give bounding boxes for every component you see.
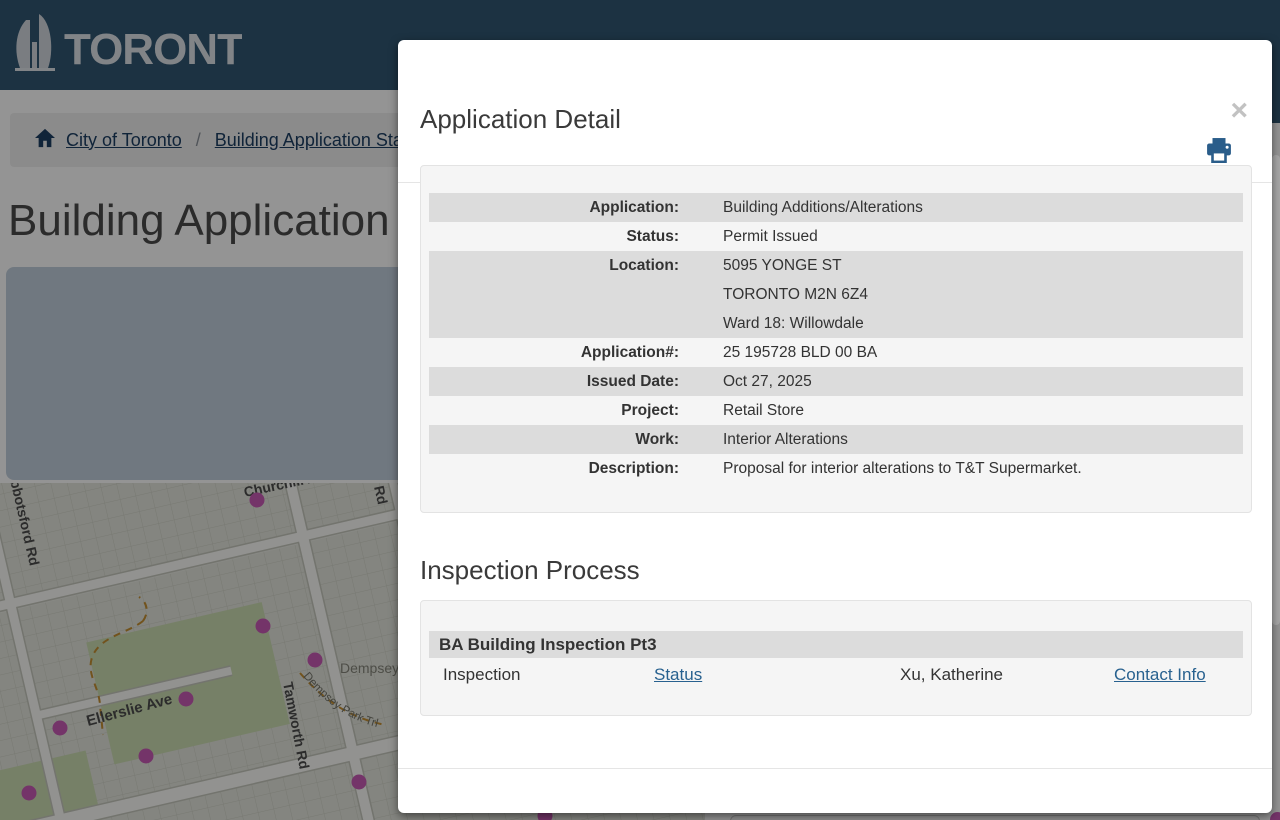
- detail-value: Permit Issued: [723, 222, 818, 251]
- detail-row-work: Work: Interior Alterations: [429, 425, 1243, 454]
- inspection-process-heading: Inspection Process: [420, 555, 640, 586]
- detail-row-application: Application: Building Additions/Alterati…: [429, 193, 1243, 222]
- detail-row-status: Status: Permit Issued: [429, 222, 1243, 251]
- detail-label: Application:: [429, 193, 679, 222]
- detail-row-application-number: Application#: 25 195728 BLD 00 BA: [429, 338, 1243, 367]
- detail-value: Interior Alterations: [723, 425, 848, 454]
- detail-row-project: Project: Retail Store: [429, 396, 1243, 425]
- detail-value: Building Additions/Alterations: [723, 193, 923, 222]
- inspection-group-title: BA Building Inspection Pt3: [429, 631, 1243, 658]
- inspection-panel: BA Building Inspection Pt3 Inspection St…: [420, 600, 1252, 716]
- printer-icon: [1206, 138, 1232, 163]
- detail-value: 5095 YONGE ST TORONTO M2N 6Z4 Ward 18: W…: [723, 251, 868, 338]
- detail-label: Project:: [429, 396, 679, 425]
- modal-footer: [398, 768, 1272, 813]
- detail-value: 25 195728 BLD 00 BA: [723, 338, 877, 367]
- detail-value: Oct 27, 2025: [723, 367, 812, 396]
- inspection-type: Inspection: [429, 665, 654, 685]
- detail-label: Description:: [429, 454, 679, 483]
- detail-row-description: Description: Proposal for interior alter…: [429, 454, 1243, 483]
- close-icon[interactable]: ×: [1230, 96, 1248, 126]
- contact-info-link[interactable]: Contact Info: [1114, 665, 1206, 684]
- detail-row-location: Location: 5095 YONGE ST TORONTO M2N 6Z4 …: [429, 251, 1243, 338]
- detail-label: Issued Date:: [429, 367, 679, 396]
- inspection-row: Inspection Status Xu, Katherine Contact …: [429, 658, 1243, 691]
- scrollbar-thumb[interactable]: [1272, 155, 1280, 625]
- detail-value: Retail Store: [723, 396, 804, 425]
- application-details-panel: Application: Building Additions/Alterati…: [420, 165, 1252, 513]
- detail-label: Status:: [429, 222, 679, 251]
- detail-row-issued-date: Issued Date: Oct 27, 2025: [429, 367, 1243, 396]
- modal-title: Application Detail: [420, 104, 621, 135]
- inspection-status-link[interactable]: Status: [654, 665, 702, 684]
- inspector-name: Xu, Katherine: [900, 665, 1114, 685]
- detail-label: Location:: [429, 251, 679, 338]
- detail-label: Work:: [429, 425, 679, 454]
- detail-value: Proposal for interior alterations to T&T…: [723, 454, 1082, 483]
- application-detail-modal: Application Detail × Application: Buildi…: [398, 40, 1272, 813]
- print-button[interactable]: [1206, 138, 1232, 164]
- detail-label: Application#:: [429, 338, 679, 367]
- modal-header: Application Detail ×: [398, 40, 1272, 183]
